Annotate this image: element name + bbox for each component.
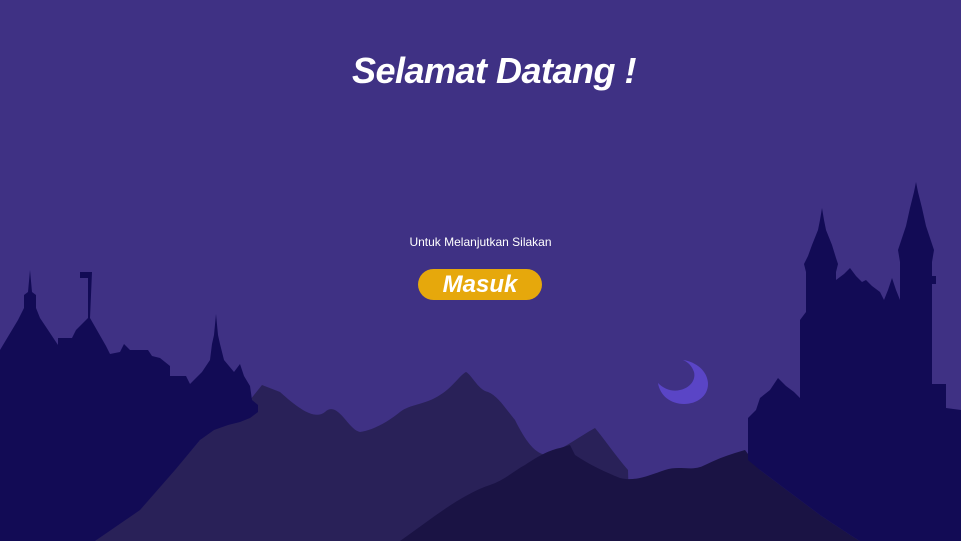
continue-instruction: Untuk Melanjutkan Silakan bbox=[409, 235, 552, 249]
welcome-screen: Selamat Datang ! Untuk Melanjutkan Silak… bbox=[0, 0, 961, 541]
crescent-moon-icon bbox=[658, 360, 708, 404]
welcome-title: Selamat Datang ! bbox=[351, 50, 637, 91]
login-button[interactable]: Masuk bbox=[418, 269, 542, 300]
